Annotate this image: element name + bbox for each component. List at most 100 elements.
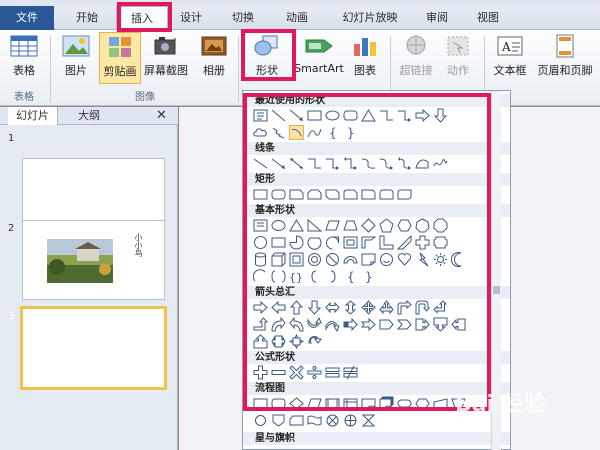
textbox-shape-icon[interactable] bbox=[253, 218, 268, 233]
right-bracket-icon[interactable] bbox=[325, 269, 340, 284]
album-button[interactable]: 相册 bbox=[194, 34, 234, 78]
snip-corner-rect-icon[interactable] bbox=[289, 187, 304, 202]
close-icon[interactable]: ✕ bbox=[156, 107, 167, 125]
flowchart-terminator-icon[interactable] bbox=[397, 396, 412, 411]
round-same-side-rect-icon[interactable] bbox=[379, 187, 394, 202]
flowchart-manual-input-icon[interactable] bbox=[433, 396, 448, 411]
rectangle-shape-icon[interactable] bbox=[307, 108, 322, 123]
round-single-corner-rect-icon[interactable] bbox=[361, 187, 376, 202]
heart-icon[interactable] bbox=[397, 252, 412, 267]
scrollbar-thumb[interactable] bbox=[493, 286, 500, 294]
flowchart-preparation-icon[interactable] bbox=[415, 396, 430, 411]
header-footer-button[interactable]: 页眉和页脚 bbox=[532, 34, 598, 78]
slide-thumbnail-3[interactable] bbox=[20, 306, 167, 390]
cloud-shape-icon[interactable] bbox=[253, 125, 268, 140]
notched-right-arrow-icon[interactable] bbox=[361, 317, 376, 332]
snip-same-side-rect-icon[interactable] bbox=[307, 187, 322, 202]
bent-arrow-icon[interactable] bbox=[397, 300, 412, 315]
curved-double-arrow-icon[interactable] bbox=[397, 156, 412, 171]
flowchart-collate-icon[interactable] bbox=[361, 413, 376, 428]
tab-outline[interactable]: 大纲 bbox=[78, 107, 100, 125]
moon-icon[interactable] bbox=[451, 252, 466, 267]
elbow-arrow-icon[interactable] bbox=[397, 108, 412, 123]
smiley-face-icon[interactable] bbox=[379, 252, 394, 267]
up-down-arrow-icon[interactable] bbox=[343, 300, 358, 315]
right-arrow-shape-icon[interactable] bbox=[415, 108, 430, 123]
left-arrow-callout-icon[interactable] bbox=[451, 317, 466, 332]
pie-icon[interactable] bbox=[289, 235, 304, 250]
up-arrow-icon[interactable] bbox=[289, 300, 304, 315]
hyperlink-button[interactable]: 超链接 bbox=[396, 34, 436, 78]
trapezoid-icon[interactable] bbox=[343, 218, 358, 233]
striped-right-arrow-icon[interactable] bbox=[343, 317, 358, 332]
cube-icon[interactable] bbox=[271, 252, 286, 267]
flowchart-multidocument-icon[interactable] bbox=[379, 396, 394, 411]
flowchart-offpage-connector-icon[interactable] bbox=[271, 413, 286, 428]
oval-icon[interactable] bbox=[271, 218, 286, 233]
flowchart-summing-junction-icon[interactable] bbox=[325, 413, 340, 428]
shapes-button[interactable]: 形状 bbox=[245, 34, 289, 78]
teardrop-icon[interactable] bbox=[325, 235, 340, 250]
octagon-icon[interactable] bbox=[433, 218, 448, 233]
left-right-arrow-icon[interactable] bbox=[325, 300, 340, 315]
tab-slideshow[interactable]: 幻灯片放映 bbox=[330, 6, 410, 30]
screenshot-button[interactable]: 屏幕截图 bbox=[142, 34, 190, 78]
flowchart-document-icon[interactable] bbox=[361, 396, 376, 411]
right-triangle-icon[interactable] bbox=[307, 218, 322, 233]
lightning-icon[interactable] bbox=[271, 125, 286, 140]
double-arrow-icon[interactable] bbox=[289, 156, 304, 171]
chevron-icon[interactable] bbox=[397, 317, 412, 332]
table-button[interactable]: 表格 bbox=[4, 34, 44, 78]
arc-shape-icon[interactable] bbox=[289, 125, 304, 140]
curved-down-arrow-icon[interactable] bbox=[325, 317, 340, 332]
action-button[interactable]: 动作 bbox=[438, 34, 478, 78]
rounded-rectangle-icon[interactable] bbox=[271, 187, 286, 202]
donut-icon[interactable] bbox=[307, 252, 322, 267]
arc-icon[interactable] bbox=[253, 269, 268, 284]
diagonal-stripe-icon[interactable] bbox=[397, 235, 412, 250]
plus-icon[interactable] bbox=[415, 235, 430, 250]
flowchart-punched-tape-icon[interactable] bbox=[307, 413, 322, 428]
math-not-equal-icon[interactable] bbox=[343, 365, 358, 380]
math-multiply-icon[interactable] bbox=[289, 365, 304, 380]
flowchart-card-icon[interactable] bbox=[289, 413, 304, 428]
flowchart-connector-icon[interactable] bbox=[253, 413, 268, 428]
flowchart-predefined-process-icon[interactable] bbox=[325, 396, 340, 411]
math-minus-icon[interactable] bbox=[271, 365, 286, 380]
folded-corner-icon[interactable] bbox=[361, 252, 376, 267]
up-arrow-callout-icon[interactable] bbox=[253, 334, 268, 349]
lightning-bolt-icon[interactable] bbox=[415, 252, 430, 267]
curved-right-arrow-icon[interactable] bbox=[271, 317, 286, 332]
pentagon-arrow-icon[interactable] bbox=[379, 317, 394, 332]
freeform-icon[interactable] bbox=[415, 156, 430, 171]
sun-icon[interactable] bbox=[433, 252, 448, 267]
flowchart-internal-storage-icon[interactable] bbox=[343, 396, 358, 411]
quad-arrow-icon[interactable] bbox=[361, 300, 376, 315]
left-up-arrow-icon[interactable] bbox=[433, 300, 448, 315]
frame-icon[interactable] bbox=[343, 235, 358, 250]
snip-round-rect-icon[interactable] bbox=[343, 187, 358, 202]
flowchart-or-icon[interactable] bbox=[343, 413, 358, 428]
tab-slides[interactable]: 幻灯片 bbox=[8, 107, 58, 125]
double-bracket-icon[interactable] bbox=[271, 269, 286, 284]
rectangle-icon[interactable] bbox=[253, 187, 268, 202]
flowchart-data-icon[interactable] bbox=[307, 396, 322, 411]
double-brace-icon[interactable]: {} bbox=[289, 269, 304, 284]
math-divide-icon[interactable] bbox=[307, 365, 322, 380]
slide-thumbnail-2[interactable]: 小小鸟 bbox=[22, 220, 165, 300]
left-brace-icon[interactable]: { bbox=[325, 125, 340, 140]
down-arrow-icon[interactable] bbox=[307, 300, 322, 315]
block-arc-icon[interactable] bbox=[343, 252, 358, 267]
circular-arrow-icon[interactable] bbox=[307, 334, 322, 349]
right-brace-icon[interactable]: } bbox=[343, 125, 358, 140]
tab-transitions[interactable]: 切换 bbox=[220, 6, 266, 30]
tab-insert[interactable]: 插入 bbox=[116, 6, 168, 31]
scribble-icon[interactable] bbox=[433, 156, 448, 171]
arrow-icon[interactable] bbox=[271, 156, 286, 171]
plaque-icon[interactable] bbox=[433, 235, 448, 250]
tab-home[interactable]: 开始 bbox=[62, 6, 112, 30]
tab-file[interactable]: 文件 bbox=[0, 6, 54, 30]
tab-view[interactable]: 视图 bbox=[465, 6, 511, 30]
flowchart-decision-icon[interactable] bbox=[289, 396, 304, 411]
flowchart-alternate-process-icon[interactable] bbox=[271, 396, 286, 411]
